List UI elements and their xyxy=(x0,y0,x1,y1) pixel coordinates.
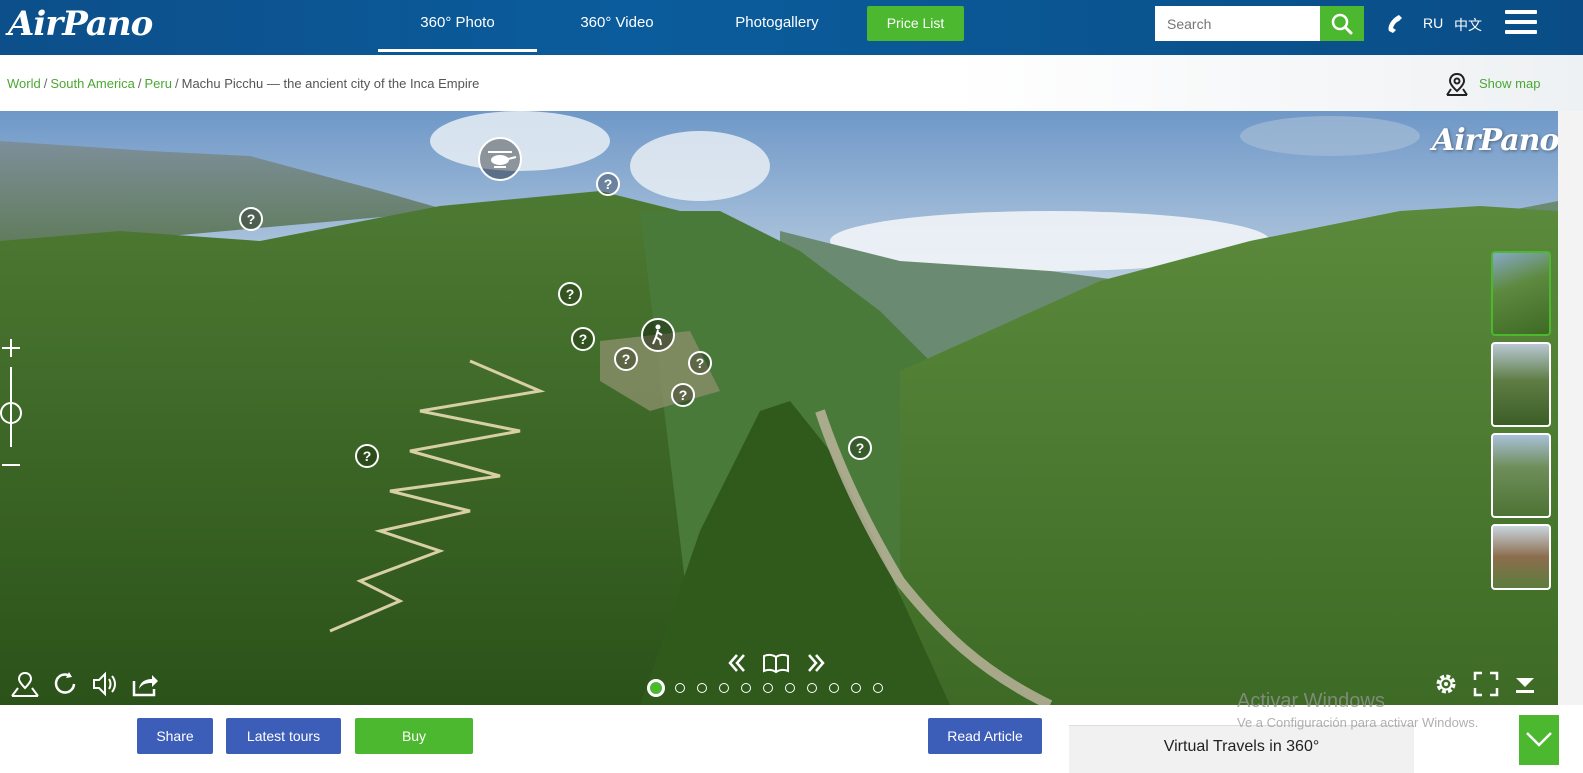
breadcrumb-bar: World / South America / Peru / Machu Picchu — … xyxy=(0,55,1583,111)
helicopter-icon xyxy=(488,151,517,168)
phone-icon[interactable] xyxy=(1383,11,1409,37)
tab-photogallery[interactable]: Photogallery xyxy=(715,0,839,52)
pager-dot[interactable] xyxy=(807,683,817,693)
helicopter-hotspot[interactable] xyxy=(478,137,522,181)
info-hotspot[interactable]: ? xyxy=(355,444,379,468)
info-hotspot[interactable]: ? xyxy=(596,172,620,196)
pager-dot-active[interactable] xyxy=(647,679,665,697)
info-hotspot[interactable]: ? xyxy=(671,383,695,407)
show-map-link[interactable]: Show map xyxy=(1479,76,1540,91)
price-list-button[interactable]: Price List xyxy=(867,6,964,41)
location-icon[interactable] xyxy=(10,669,40,699)
panorama-scene xyxy=(0,111,1558,705)
autorotate-icon[interactable] xyxy=(50,669,80,699)
next-icon[interactable] xyxy=(801,648,831,678)
scrollbar[interactable] xyxy=(1558,111,1583,705)
panorama-viewer[interactable]: AirPano ? ? ? ? ? ? ? ? ? xyxy=(0,111,1558,705)
breadcrumb: World / South America / Peru / Machu Picchu — … xyxy=(7,76,480,91)
top-header: AirPano 360° Photo 360° Video Photogalle… xyxy=(0,0,1583,55)
search-button[interactable] xyxy=(1320,6,1364,41)
tab-360-photo[interactable]: 360° Photo xyxy=(378,0,537,52)
book-icon[interactable] xyxy=(761,648,791,678)
pager-dot[interactable] xyxy=(763,683,773,693)
map-pin-icon[interactable] xyxy=(1444,71,1470,97)
lang-ru[interactable]: RU xyxy=(1423,15,1443,31)
breadcrumb-world[interactable]: World xyxy=(7,76,41,91)
thumbnail[interactable] xyxy=(1491,251,1551,336)
pager-dot[interactable] xyxy=(829,683,839,693)
share-button[interactable]: Share xyxy=(137,718,213,754)
pager-dot[interactable] xyxy=(675,683,685,693)
pager-dot[interactable] xyxy=(719,683,729,693)
scroll-down-button[interactable] xyxy=(1519,715,1559,765)
buy-button[interactable]: Buy xyxy=(355,718,473,754)
pager-dot[interactable] xyxy=(741,683,751,693)
hiker-hotspot[interactable] xyxy=(641,318,675,352)
chevron-down-icon xyxy=(1526,732,1552,747)
thumbnail[interactable] xyxy=(1491,342,1551,427)
sound-icon[interactable] xyxy=(90,669,120,699)
breadcrumb-peru[interactable]: Peru xyxy=(145,76,172,91)
latest-tours-button[interactable]: Latest tours xyxy=(226,718,341,754)
thumbnail[interactable] xyxy=(1491,433,1551,518)
pager-dot[interactable] xyxy=(851,683,861,693)
zoom-slider[interactable] xyxy=(0,339,24,469)
info-hotspot[interactable]: ? xyxy=(848,436,872,460)
info-hotspot[interactable]: ? xyxy=(688,351,712,375)
search-input[interactable] xyxy=(1155,6,1320,41)
pager-dot[interactable] xyxy=(873,683,883,693)
menu-icon[interactable] xyxy=(1505,10,1537,38)
tab-360-video[interactable]: 360° Video xyxy=(555,0,679,52)
breadcrumb-current: Machu Picchu — the ancient city of the I… xyxy=(181,76,480,91)
panorama-thumbnails xyxy=(1491,251,1553,596)
airpano-logo[interactable]: AirPano xyxy=(8,4,153,44)
info-hotspot[interactable]: ? xyxy=(239,207,263,231)
virtual-travels-tab[interactable]: Virtual Travels in 360° xyxy=(1069,725,1414,773)
share-icon[interactable] xyxy=(130,669,160,699)
lang-zh[interactable]: 中文 xyxy=(1454,15,1482,35)
collapse-panel-icon[interactable] xyxy=(1510,669,1540,699)
info-hotspot[interactable]: ? xyxy=(558,282,582,306)
info-hotspot[interactable]: ? xyxy=(614,347,638,371)
pager-dot[interactable] xyxy=(697,683,707,693)
previous-icon[interactable] xyxy=(722,648,752,678)
pager-dot[interactable] xyxy=(785,683,795,693)
breadcrumb-south-america[interactable]: South America xyxy=(50,76,135,91)
windows-activation-watermark: Activar Windows Ve a Configuración para … xyxy=(1237,690,1479,730)
hiker-icon xyxy=(652,324,663,346)
airpano-watermark: AirPano xyxy=(1432,123,1558,158)
search-icon xyxy=(1331,13,1353,35)
thumbnail[interactable] xyxy=(1491,524,1551,590)
info-hotspot[interactable]: ? xyxy=(571,327,595,351)
read-article-button[interactable]: Read Article xyxy=(928,718,1042,754)
panorama-pager xyxy=(647,679,895,699)
